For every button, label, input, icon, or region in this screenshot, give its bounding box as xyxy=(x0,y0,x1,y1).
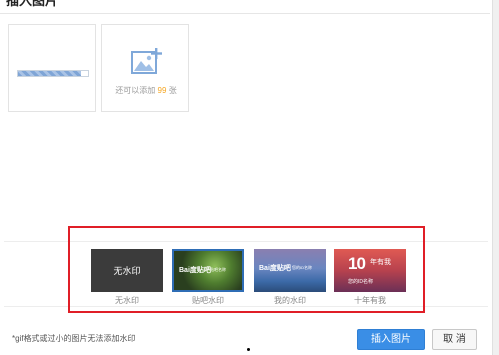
cancel-button[interactable]: 取 消 xyxy=(432,329,477,350)
insert-image-button[interactable]: 插入图片 xyxy=(357,329,425,350)
add-more-text: 还可以添加 99 张 xyxy=(102,85,190,96)
add-image-icon xyxy=(131,48,162,74)
uploading-image-thumb xyxy=(8,24,96,112)
title-divider xyxy=(0,13,490,14)
image-upload-area: 还可以添加 99 张 xyxy=(4,18,484,240)
insert-image-dialog: 插入图片 ✕ 还可以添加 99 张 无水 xyxy=(0,0,499,355)
watermark-highlight-annotation xyxy=(68,226,425,313)
add-more-suffix: 张 xyxy=(168,86,177,95)
add-image-tile[interactable]: 还可以添加 99 张 xyxy=(101,24,189,112)
add-more-prefix: 还可以添加 xyxy=(115,86,156,95)
title-bar: 插入图片 ✕ xyxy=(0,0,499,12)
cursor-dot xyxy=(247,348,250,351)
scrollbar[interactable] xyxy=(492,0,499,355)
upload-progress-bar xyxy=(17,70,89,77)
add-more-count: 99 xyxy=(157,86,167,95)
dialog-title: 插入图片 xyxy=(6,0,59,8)
gif-watermark-note: *gif格式或过小的图片无法添加水印 xyxy=(12,334,136,343)
upload-progress-fill xyxy=(18,71,81,76)
